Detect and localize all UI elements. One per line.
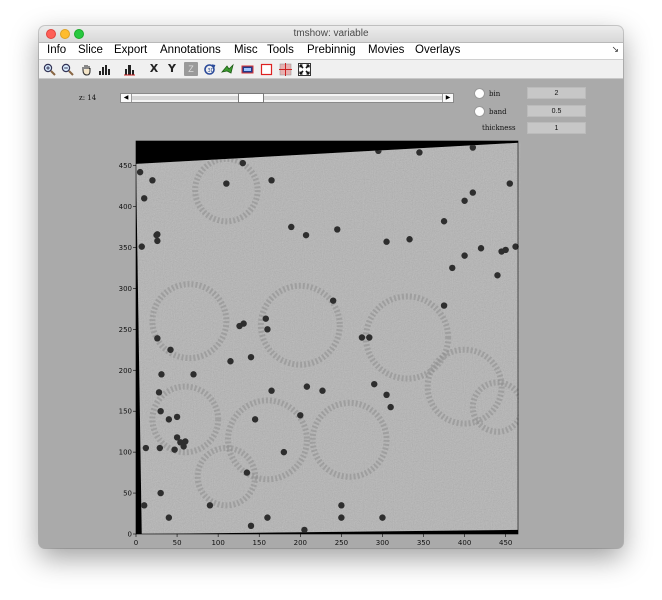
particle-dot (138, 243, 145, 250)
sample-region (136, 142, 521, 534)
particle-dot (142, 444, 150, 452)
particle-dot (358, 334, 366, 341)
particle-dot (247, 353, 255, 361)
particle-dot (243, 469, 251, 476)
particle-dot (383, 238, 390, 245)
particle-dot (154, 237, 161, 245)
x-tick-label: 100 (211, 539, 224, 547)
particle-dot (329, 297, 337, 304)
particle-dot (157, 407, 164, 415)
particle-dot (149, 177, 156, 184)
particle-dot (223, 180, 230, 187)
y-tick-label: 300 (119, 285, 132, 293)
particle-dot (319, 387, 326, 394)
particle-dot (469, 189, 477, 196)
y-tick-label: 100 (119, 449, 132, 457)
y-tick-label: 0 (128, 531, 132, 539)
x-tick-label: 50 (173, 539, 182, 547)
y-tick-label: 150 (119, 408, 132, 416)
particle-dot (334, 226, 341, 233)
particle-dot (154, 335, 161, 342)
particle-dot (153, 231, 160, 239)
particle-dot (165, 416, 173, 423)
particle-dot (366, 334, 373, 341)
particle-dot (262, 315, 269, 322)
particle-dot (155, 389, 163, 396)
particle-dot (157, 489, 164, 497)
particle-dot (173, 413, 181, 421)
y-tick-label: 250 (119, 326, 132, 334)
particle-dot (264, 326, 271, 333)
particle-dot (264, 514, 271, 521)
particle-dot (280, 448, 288, 456)
particle-dot (288, 223, 295, 231)
particle-dot (506, 180, 513, 187)
y-tick-label: 450 (119, 162, 132, 170)
particle-dot (477, 245, 485, 252)
particle-dot (251, 416, 259, 423)
particle-dot (494, 272, 501, 279)
particle-dot (338, 514, 345, 521)
particle-dot (141, 502, 148, 509)
particle-dot (387, 403, 394, 411)
particle-dot (239, 159, 246, 167)
sample-noise (136, 142, 518, 534)
y-tick-label: 350 (119, 244, 132, 252)
particle-dot (247, 522, 255, 530)
particle-dot (303, 383, 311, 390)
particle-dot (206, 502, 214, 509)
particle-dot (236, 322, 243, 330)
particle-dot (227, 358, 234, 365)
particle-dot (190, 371, 197, 378)
micrograph-plot[interactable]: 0 50 100 150 200 250 300 350 400 450 0 50 100 150 200 2… (39, 26, 623, 548)
x-tick-label: 200 (294, 539, 307, 547)
particle-dot (461, 252, 468, 259)
particle-dot (371, 380, 378, 388)
particle-dot (301, 526, 308, 534)
x-tick-label: 400 (458, 539, 471, 547)
x-tick-label: 150 (253, 539, 266, 547)
particle-dot (136, 168, 144, 176)
particle-dot (297, 412, 304, 419)
x-tick-label: 350 (417, 539, 430, 547)
x-tick-label: 450 (499, 539, 512, 547)
particle-dot (406, 236, 413, 243)
y-tick-label: 200 (119, 367, 132, 375)
y-tick-label: 400 (119, 203, 132, 211)
app-window: tmshow: variable Info Slice Export Annot… (39, 26, 623, 548)
particle-dot (165, 514, 173, 521)
particle-dot (302, 231, 310, 239)
particle-dot (379, 514, 386, 521)
particle-dot (268, 177, 275, 184)
particle-dot (338, 502, 345, 509)
particle-dot (171, 446, 178, 453)
x-tick-label: 250 (335, 539, 348, 547)
particle-dot (440, 218, 448, 225)
particle-dot (383, 391, 390, 399)
x-tick-label: 0 (134, 539, 138, 547)
particle-dot (502, 246, 509, 254)
y-tick-label: 50 (123, 490, 132, 498)
particle-dot (158, 371, 165, 378)
particle-dot (141, 195, 148, 202)
particle-dot (416, 149, 423, 156)
particle-dot (268, 387, 275, 394)
particle-dot (449, 264, 456, 272)
particle-dot (156, 444, 164, 452)
particle-dot (167, 346, 174, 353)
particle-dot (440, 302, 448, 309)
x-tick-label: 300 (376, 539, 389, 547)
particle-dot (180, 443, 187, 450)
particle-dot (461, 197, 468, 204)
